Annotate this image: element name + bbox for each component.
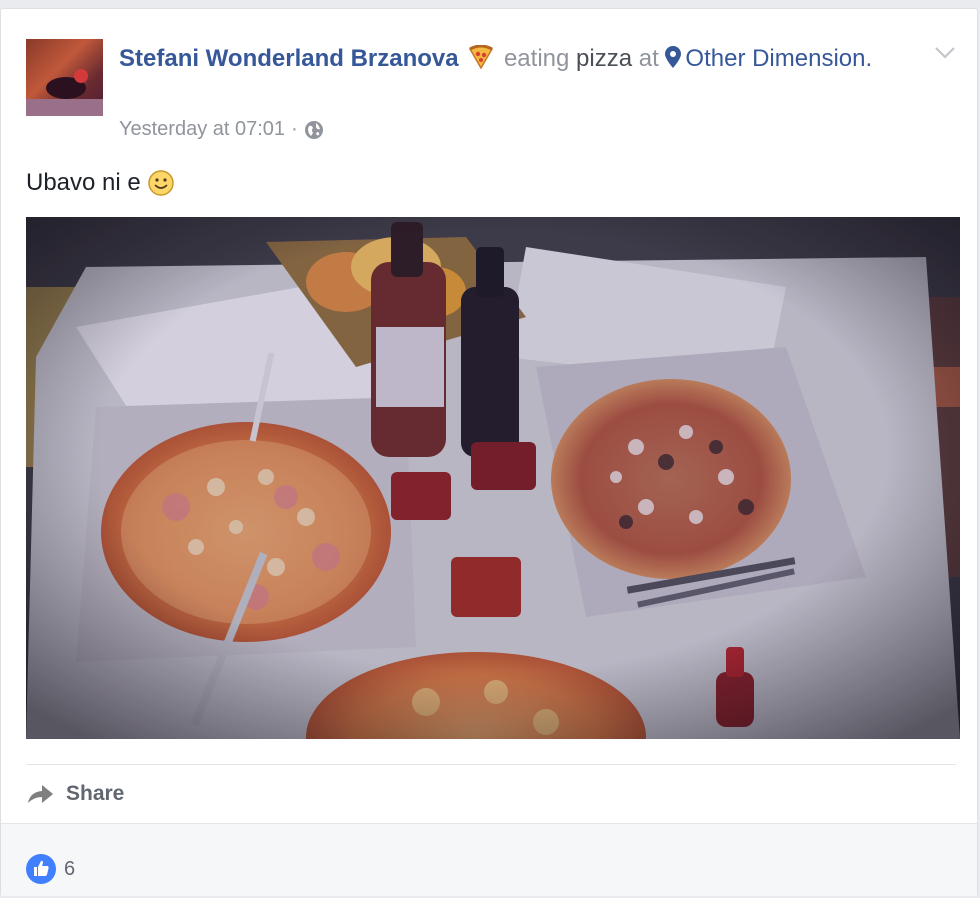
reactions-footer: 6 (1, 823, 977, 896)
avatar[interactable] (26, 39, 103, 116)
post-message: Ubavo ni e (26, 169, 175, 197)
activity-object[interactable]: pizza (576, 45, 632, 72)
chevron-down-icon[interactable] (933, 45, 957, 61)
post-photo[interactable] (26, 217, 960, 739)
smile-icon (148, 170, 174, 196)
place-end: . (865, 45, 873, 72)
post-card: Stefani Wonderland Brzanova eating pizza… (0, 8, 978, 896)
at-word: at (638, 45, 659, 72)
meta-separator: · (291, 118, 298, 140)
actions-divider (26, 764, 956, 765)
share-label: Share (66, 782, 125, 805)
globe-icon[interactable] (304, 120, 324, 140)
timestamp-link[interactable]: Yesterday at 07:01 (119, 118, 285, 141)
place-link[interactable]: Other Dimension (665, 45, 865, 72)
like-count-text: 6 (64, 857, 76, 880)
post-message-text: Ubavo ni e (26, 169, 141, 196)
author-name-link[interactable]: Stefani Wonderland Brzanova (119, 45, 459, 72)
place-name: Other Dimension (685, 45, 866, 72)
like-thumb-icon (26, 854, 56, 884)
post-meta: Yesterday at 07:01 · (119, 118, 324, 141)
share-button[interactable]: Share (26, 779, 124, 809)
photo-image (26, 217, 960, 739)
map-pin-icon (665, 46, 682, 68)
like-count[interactable]: 6 (26, 854, 75, 884)
activity-verb: eating (503, 45, 570, 72)
pizza-icon (469, 45, 494, 69)
post-header: Stefani Wonderland Brzanova eating pizza… (119, 41, 899, 77)
share-arrow-icon (28, 785, 53, 803)
